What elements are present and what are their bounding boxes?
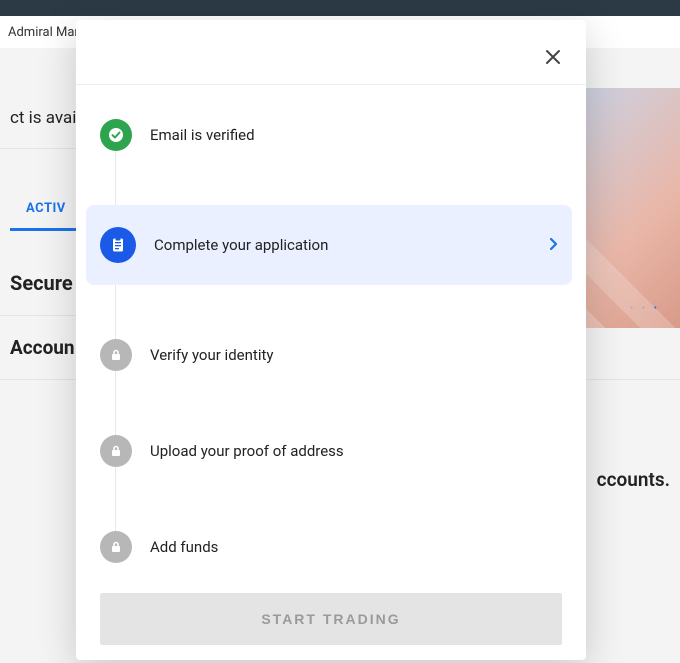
step-verify-identity: Verify your identity bbox=[100, 329, 562, 381]
clipboard-icon bbox=[100, 227, 136, 263]
step-proof-of-address: Upload your proof of address bbox=[100, 425, 562, 477]
onboarding-steps: Email is verified Complete your applicat… bbox=[100, 109, 562, 573]
carousel-dots[interactable]: • • • bbox=[630, 303, 660, 314]
step-label: Upload your proof of address bbox=[150, 442, 344, 460]
step-label: Complete your application bbox=[154, 236, 328, 254]
step-email-verified: Email is verified bbox=[100, 109, 562, 161]
lock-icon bbox=[100, 531, 132, 563]
step-label: Verify your identity bbox=[150, 346, 273, 364]
bg-text-right: ccounts. bbox=[597, 468, 670, 491]
start-trading-button[interactable]: START TRADING bbox=[100, 593, 562, 645]
onboarding-modal: Email is verified Complete your applicat… bbox=[76, 20, 586, 660]
step-label: Add funds bbox=[150, 538, 218, 556]
lock-icon bbox=[100, 435, 132, 467]
lock-icon bbox=[100, 339, 132, 371]
window-chrome bbox=[0, 0, 680, 16]
close-icon[interactable] bbox=[544, 48, 562, 66]
divider bbox=[76, 84, 586, 85]
chevron-right-icon bbox=[548, 236, 558, 255]
hero-image bbox=[570, 88, 680, 328]
step-complete-application[interactable]: Complete your application bbox=[86, 205, 572, 285]
check-circle-icon bbox=[100, 119, 132, 151]
step-add-funds: Add funds bbox=[100, 521, 562, 573]
step-label: Email is verified bbox=[150, 126, 255, 144]
brand-name: Admiral Mar bbox=[8, 25, 79, 40]
